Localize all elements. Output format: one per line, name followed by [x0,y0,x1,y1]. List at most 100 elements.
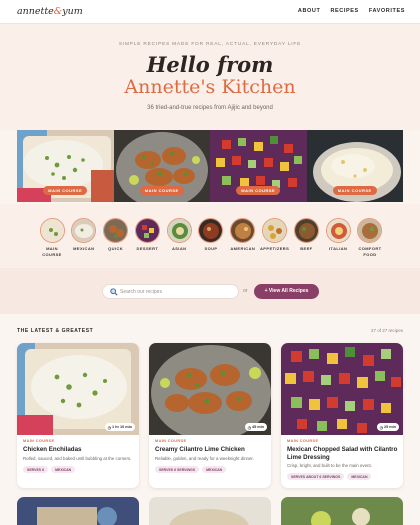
hero-kicker: SIMPLE RECIPES MADE FOR REAL, ACTUAL, EV… [118,42,302,47]
nav-link-favorites[interactable]: FAVORITES [369,8,405,14]
category-list: MAIN COURSE MEXICAN QUICK DESSERT ASIAN … [38,218,384,258]
hero-section: SIMPLE RECIPES MADE FOR REAL, ACTUAL, EV… [0,24,420,130]
cook-time: 25 min [383,425,396,429]
nav-link-recipes[interactable]: RECIPES [330,8,358,14]
recipe-card[interactable]: ◷ 45 min MAIN COURSE Creamy Cilantro Lime… [149,343,271,488]
recipe-description: Reliable, golden, and ready for a weekni… [155,456,254,461]
category-american[interactable]: AMERICAN [229,218,257,258]
hero-title-line1: Hello from [146,52,274,77]
view-all-recipes-button[interactable]: + View All Recipes [254,284,319,299]
featured-tile-enchiladas[interactable]: MAIN COURSE [17,130,114,202]
site-logo[interactable]: annette&yum [17,6,83,17]
recipe-photo [17,497,139,525]
category-dessert[interactable]: DESSERT [133,218,161,258]
featured-tag: MAIN COURSE [332,186,377,195]
recipe-description: Rolled, sauced, and baked until bubbling… [23,456,132,461]
recipe-tags: SERVES 6 SERVINGS MEXICAN [155,466,227,473]
featured-recipes-strip: MAIN COURSE MAIN COURSE MAIN COURSE MAIN… [17,130,403,202]
featured-tile-chopped-salad[interactable]: MAIN COURSE [210,130,307,202]
hero-subtitle: 36 tried-and-true recipes from Ajijic an… [147,105,273,111]
or-separator: or [243,288,248,294]
recipe-photo [281,497,403,525]
category-image [230,218,256,243]
main-nav: ABOUT RECIPES FAVORITES [298,8,405,14]
featured-tile-cilantro-chicken[interactable]: MAIN COURSE [113,130,210,202]
category-label: MEXICAN [73,246,95,251]
nav-link-about[interactable]: ABOUT [298,8,321,14]
clock-icon: ◷ [379,425,383,430]
recipe-tag[interactable]: MEXICAN [51,466,76,473]
recipe-card[interactable]: ◷ 1 hr 10 min MAIN COURSE Chicken Enchila… [17,343,139,488]
category-image [166,218,192,243]
recipe-card-partial[interactable] [17,497,139,525]
category-image [325,218,351,243]
logo-ampersand: & [53,6,63,17]
featured-tag: MAIN COURSE [236,186,281,195]
featured-tag: MAIN COURSE [43,186,88,195]
recipe-card-partial[interactable] [149,497,271,525]
recipe-title[interactable]: Creamy Cilantro Lime Chicken [155,446,267,454]
recipe-tag[interactable]: SERVES 6 SERVINGS [155,466,200,473]
logo-text-right: yum [62,6,83,17]
category-appetizers[interactable]: APPETIZERS [260,218,290,258]
clock-icon: ◷ [247,425,251,430]
recipe-title[interactable]: Chicken Enchiladas [23,446,135,454]
recipe-tag[interactable]: SERVES ABOUT 6 SERVINGS [287,473,345,480]
category-comfort-food[interactable]: COMFORT FOOD [356,218,384,258]
search-input[interactable] [120,287,232,297]
category-quick[interactable]: QUICK [102,218,130,258]
category-label: BEEF [300,246,313,251]
recipe-photo: ◷ 1 hr 10 min [17,343,139,435]
category-label: AMERICAN [230,246,256,251]
category-image [39,218,65,243]
category-italian[interactable]: ITALIAN [324,218,352,258]
cook-time: 45 min [251,425,264,429]
recipe-course: MAIN COURSE [23,439,55,443]
top-navigation-bar: annette&yum ABOUT RECIPES FAVORITES [0,0,420,24]
cook-time-badge: ◷ 45 min [244,423,267,431]
recipe-count: 27 of 27 recipes [370,328,403,333]
category-beef[interactable]: BEEF [292,218,320,258]
recipe-photo: ◷ 25 min [281,343,403,435]
category-label: APPETIZERS [260,246,290,251]
cook-time-badge: ◷ 1 hr 10 min [104,423,135,431]
search-icon [110,288,118,296]
recipe-tag[interactable]: SERVES 6 [23,466,49,473]
category-main-course[interactable]: MAIN COURSE [38,218,66,258]
latest-section: THE LATEST & GREATEST 27 of 27 recipes ◷… [0,314,420,525]
recipe-card[interactable]: ◷ 25 min MAIN COURSE Mexican Chopped Sala… [281,343,403,488]
section-title: THE LATEST & GREATEST [17,328,94,334]
cook-time: 1 hr 10 min [111,425,132,429]
category-label: MAIN COURSE [42,246,62,257]
category-asian[interactable]: ASIAN [165,218,193,258]
recipe-photo [149,497,271,525]
featured-tile-cheese-dish[interactable]: MAIN COURSE [306,130,403,202]
recipe-description: Crisp, bright, and built to be the main … [287,463,372,468]
recipe-course: MAIN COURSE [155,439,187,443]
category-label: SOUP [204,246,218,251]
recipe-card-list: ◷ 1 hr 10 min MAIN COURSE Chicken Enchila… [17,343,403,488]
category-label: COMFORT FOOD [358,246,382,257]
category-label: ITALIAN [329,246,348,251]
recipe-photo: ◷ 45 min [149,343,271,435]
category-section: MAIN COURSE MEXICAN QUICK DESSERT ASIAN … [0,204,420,268]
recipe-title[interactable]: Mexican Chopped Salad with Cilantro Lime… [287,446,399,461]
category-label: ASIAN [171,246,187,251]
recipe-tag[interactable]: MEXICAN [347,473,372,480]
recipe-tags: SERVES 6 MEXICAN [23,466,76,473]
category-image [134,218,160,243]
category-soup[interactable]: SOUP [197,218,225,258]
category-mexican[interactable]: MEXICAN [70,218,98,258]
category-image [357,218,383,243]
category-image [293,218,319,243]
category-image [198,218,224,243]
recipe-tag[interactable]: MEXICAN [202,466,227,473]
recipe-card-list-next-row [17,497,403,525]
search-box[interactable] [102,284,239,299]
category-image [71,218,97,243]
recipe-card-partial[interactable] [281,497,403,525]
category-image [103,218,129,243]
recipe-tags: SERVES ABOUT 6 SERVINGS MEXICAN [287,473,372,480]
category-label: DESSERT [136,246,159,251]
search-section: or + View All Recipes [0,268,420,314]
